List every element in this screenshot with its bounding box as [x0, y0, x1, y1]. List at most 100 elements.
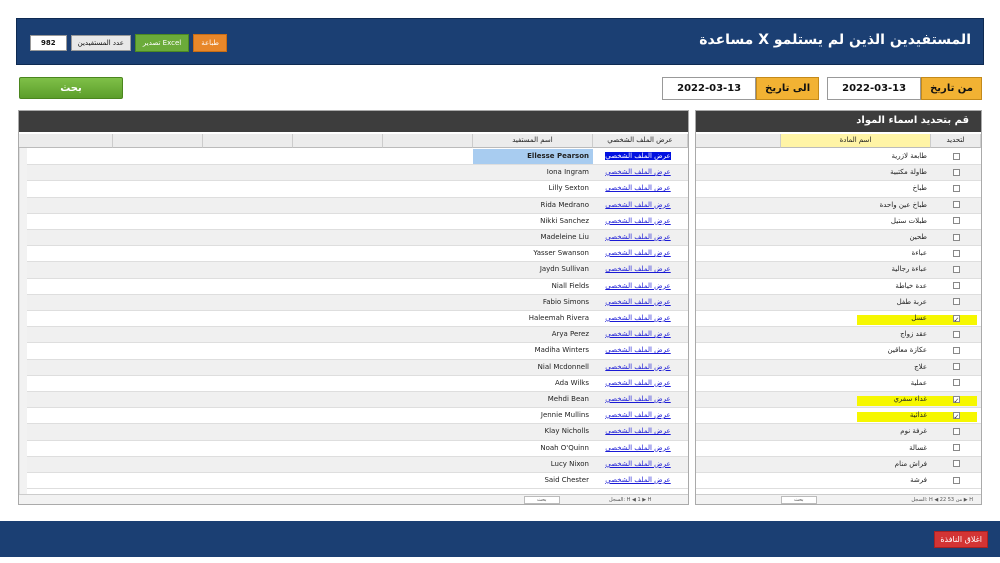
material-row[interactable]: طباخ: [696, 181, 981, 198]
from-date-input[interactable]: 2022-03-13: [827, 77, 922, 100]
close-window-button[interactable]: اغلاق النافذة: [934, 531, 988, 548]
beneficiary-row[interactable]: عرض الملف الشخصي Ada Wilks: [19, 376, 688, 392]
material-checkbox[interactable]: [952, 394, 960, 407]
view-profile-link[interactable]: عرض الملف الشخصي: [605, 152, 671, 160]
beneficiaries-record-navigator[interactable]: السجل: H ◀ 1 ▶ H بحث: [19, 494, 688, 504]
view-profile-link[interactable]: عرض الملف الشخصي: [605, 395, 670, 403]
view-profile-link[interactable]: عرض الملف الشخصي: [605, 184, 670, 192]
profile-link-cell: عرض الملف الشخصي: [598, 165, 678, 180]
material-checkbox[interactable]: [952, 168, 960, 176]
beneficiary-row[interactable]: عرض الملف الشخصي Nikki Sanchez: [19, 214, 688, 230]
material-row[interactable]: عربة طفل: [696, 294, 981, 311]
print-button[interactable]: طباعة: [193, 34, 227, 52]
material-checkbox[interactable]: [952, 265, 960, 273]
material-checkbox[interactable]: [952, 427, 960, 435]
material-checkbox[interactable]: [952, 233, 960, 241]
material-checkbox[interactable]: [952, 460, 960, 468]
col-select-header[interactable]: لتحديد: [931, 134, 981, 148]
beneficiary-row[interactable]: عرض الملف الشخصي Niall Fields: [19, 279, 688, 295]
beneficiaries-scrollbar[interactable]: [19, 148, 27, 494]
beneficiary-row[interactable]: عرض الملف الشخصي Yasser Swanson: [19, 246, 688, 263]
search-button[interactable]: بحث: [19, 77, 123, 99]
view-profile-link[interactable]: عرض الملف الشخصي: [605, 330, 670, 338]
material-checkbox[interactable]: [952, 249, 960, 257]
material-row[interactable]: عقد زواج: [696, 327, 981, 344]
beneficiary-row[interactable]: عرض الملف الشخصي Rida Medrano: [19, 197, 688, 214]
view-profile-link[interactable]: عرض الملف الشخصي: [605, 427, 670, 435]
material-row[interactable]: طحين: [696, 230, 981, 247]
view-profile-link[interactable]: عرض الملف الشخصي: [605, 379, 670, 387]
material-row[interactable]: عباءة: [696, 246, 981, 263]
material-row[interactable]: علاج: [696, 359, 981, 376]
material-checkbox[interactable]: [952, 217, 960, 225]
beneficiary-row[interactable]: عرض الملف الشخصي Jennie Mullins: [19, 408, 688, 425]
material-row[interactable]: عسل: [696, 311, 981, 328]
material-row[interactable]: عباءة رجالية: [696, 262, 981, 279]
view-profile-link[interactable]: عرض الملف الشخصي: [605, 217, 670, 225]
beneficiary-row[interactable]: عرض الملف الشخصي Said Chester: [19, 473, 688, 490]
view-profile-link[interactable]: عرض الملف الشخصي: [605, 265, 670, 273]
material-row[interactable]: غداء سفري: [696, 392, 981, 409]
beneficiary-row[interactable]: عرض الملف الشخصي Lilly Sexton: [19, 181, 688, 198]
col-profile-header[interactable]: عرض الملف الشخصي: [593, 134, 688, 148]
material-checkbox[interactable]: [952, 410, 960, 423]
col-material-name-header[interactable]: اسم المادة: [781, 134, 931, 148]
material-checkbox[interactable]: [952, 313, 960, 326]
material-checkbox[interactable]: [952, 298, 960, 306]
view-profile-link[interactable]: عرض الملف الشخصي: [605, 201, 670, 209]
to-date-input[interactable]: 2022-03-13: [662, 77, 757, 100]
material-row[interactable]: عكازة معاقين: [696, 343, 981, 360]
material-row[interactable]: عدة خياطة: [696, 279, 981, 295]
material-row[interactable]: طابعة لازرية: [696, 149, 981, 166]
material-checkbox[interactable]: [952, 363, 960, 371]
col-beneficiary-name-header[interactable]: اسم المستفيد: [473, 134, 593, 148]
material-checkbox[interactable]: [952, 476, 960, 484]
view-profile-link[interactable]: عرض الملف الشخصي: [605, 249, 670, 257]
view-profile-link[interactable]: عرض الملف الشخصي: [605, 346, 670, 354]
view-profile-link[interactable]: عرض الملف الشخصي: [605, 460, 670, 468]
material-checkbox[interactable]: [952, 379, 960, 387]
material-checkbox[interactable]: [952, 444, 960, 452]
material-row[interactable]: طباخ عين واحدة: [696, 197, 981, 214]
view-profile-link[interactable]: عرض الملف الشخصي: [605, 363, 670, 371]
material-checkbox[interactable]: [952, 282, 960, 290]
material-row[interactable]: طبلات ستيل: [696, 214, 981, 230]
view-profile-link[interactable]: عرض الملف الشخصي: [605, 444, 670, 452]
view-profile-link[interactable]: عرض الملف الشخصي: [605, 314, 670, 322]
material-row[interactable]: طاولة مكتبية: [696, 165, 981, 182]
material-checkbox[interactable]: [952, 330, 960, 338]
material-checkbox[interactable]: [952, 201, 960, 209]
beneficiary-row[interactable]: عرض الملف الشخصي Mehdi Bean: [19, 392, 688, 409]
material-row[interactable]: عملية: [696, 376, 981, 392]
beneficiaries-search-box[interactable]: بحث: [524, 496, 560, 504]
export-excel-button[interactable]: تصدير Excel: [134, 34, 190, 52]
beneficiary-row[interactable]: عرض الملف الشخصي Iona Ingram: [19, 165, 688, 182]
material-checkbox[interactable]: [952, 184, 960, 192]
view-profile-link[interactable]: عرض الملف الشخصي: [605, 476, 670, 484]
beneficiary-row[interactable]: عرض الملف الشخصي Haleemah Rivera: [19, 311, 688, 328]
material-row[interactable]: فرشة: [696, 473, 981, 490]
beneficiary-row[interactable]: عرض الملف الشخصي Noah O'Quinn: [19, 441, 688, 457]
view-profile-link[interactable]: عرض الملف الشخصي: [605, 298, 670, 306]
materials-record-navigator[interactable]: السجل: H ◀ 22 من 53 ▶ H بحث: [696, 494, 981, 504]
beneficiary-row[interactable]: عرض الملف الشخصي Ellesse Pearson: [19, 149, 688, 166]
material-row[interactable]: فراش منام: [696, 456, 981, 473]
beneficiary-row[interactable]: عرض الملف الشخصي Jaydn Sullivan: [19, 262, 688, 279]
beneficiary-row[interactable]: عرض الملف الشخصي Klay Nicholls: [19, 424, 688, 441]
beneficiary-row[interactable]: عرض الملف الشخصي Nial Mcdonnell: [19, 359, 688, 376]
material-row[interactable]: غذائية: [696, 408, 981, 425]
view-profile-link[interactable]: عرض الملف الشخصي: [605, 411, 670, 419]
beneficiary-row[interactable]: عرض الملف الشخصي Madeleine Liu: [19, 230, 688, 247]
beneficiary-row[interactable]: عرض الملف الشخصي Madiha Winters: [19, 343, 688, 360]
beneficiary-row[interactable]: عرض الملف الشخصي Fabio Simons: [19, 294, 688, 311]
materials-search-box[interactable]: بحث: [781, 496, 817, 504]
material-row[interactable]: غرفة نوم: [696, 424, 981, 441]
material-row[interactable]: غسالة: [696, 441, 981, 457]
beneficiary-row[interactable]: عرض الملف الشخصي Lucy Nixon: [19, 456, 688, 473]
material-checkbox[interactable]: [952, 346, 960, 354]
view-profile-link[interactable]: عرض الملف الشخصي: [605, 282, 670, 290]
beneficiary-row[interactable]: عرض الملف الشخصي Arya Perez: [19, 327, 688, 344]
view-profile-link[interactable]: عرض الملف الشخصي: [605, 168, 670, 176]
material-checkbox[interactable]: [952, 152, 960, 160]
view-profile-link[interactable]: عرض الملف الشخصي: [605, 233, 670, 241]
